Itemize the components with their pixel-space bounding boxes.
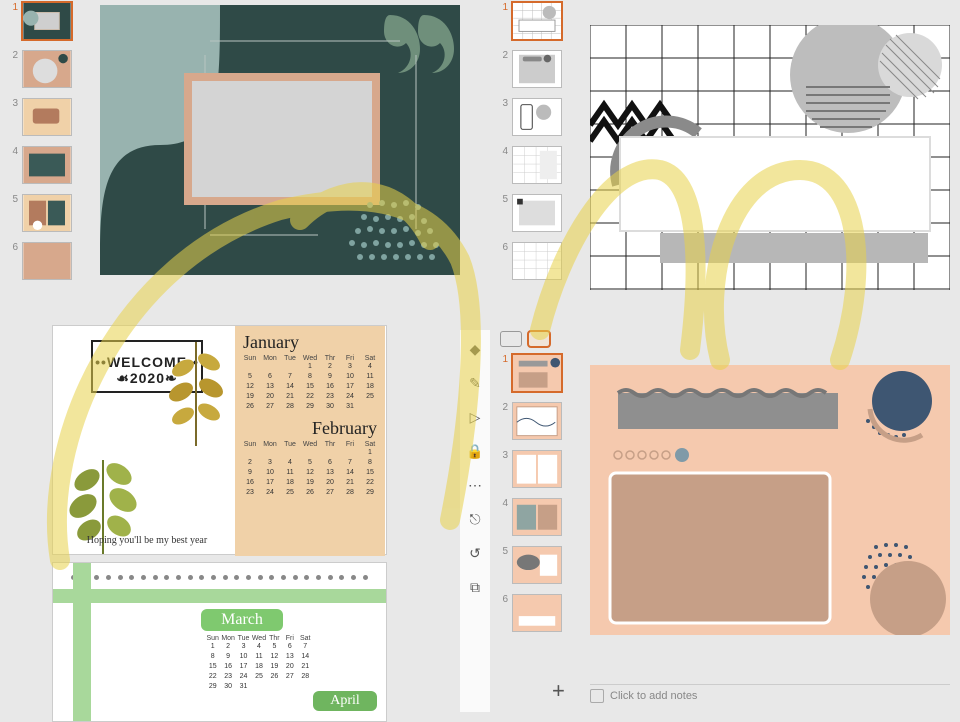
thumb-number: 3 — [498, 450, 508, 461]
thumbnail-strip: 1 2 3 4 5 6 — [498, 2, 568, 290]
notes-placeholder: Click to add notes — [610, 690, 697, 702]
leaf-icon — [161, 338, 231, 448]
notes-icon — [590, 689, 604, 703]
slide-canvas[interactable] — [590, 25, 950, 290]
thumb-number: 6 — [498, 242, 508, 253]
thumb-number: 1 — [498, 354, 508, 365]
slide-thumbnail[interactable] — [22, 146, 72, 184]
slide-thumbnail[interactable] — [512, 450, 562, 488]
thumb-number: 5 — [8, 194, 18, 205]
panel-bottom-right: 1 2 3 4 5 6 — [490, 330, 960, 712]
tool-diamond-icon[interactable]: ◆ — [464, 338, 486, 360]
thumb-number: 6 — [498, 594, 508, 605]
panel-top-left: 1 2 3 4 5 6 — [0, 0, 480, 320]
thumb-number: 3 — [498, 98, 508, 109]
tool-settings-icon[interactable]: ⎋ — [464, 508, 486, 530]
thumb-number: 3 — [8, 98, 18, 109]
tool-lock-icon[interactable]: 🔒 — [464, 440, 486, 462]
slide-canvas[interactable] — [100, 5, 460, 275]
calendar-block: January SunMonTueWedThrFriSat 1234567891… — [235, 326, 385, 556]
month-label-march: March — [201, 609, 283, 631]
month-label-february: February — [243, 418, 377, 439]
slide-thumbnail[interactable] — [512, 402, 562, 440]
thumb-number: 5 — [498, 194, 508, 205]
month-label-april: April — [313, 691, 377, 711]
add-slide-button[interactable]: + — [552, 678, 565, 704]
slide-thumbnail[interactable] — [512, 194, 562, 232]
thumb-number: 4 — [498, 146, 508, 157]
welcome-block: ••WELCOME•• ☙2020❧ — [63, 336, 231, 546]
thumb-number: 1 — [8, 2, 18, 13]
thumb-number: 2 — [8, 50, 18, 61]
tool-pen-icon[interactable]: ✎ — [464, 372, 486, 394]
slide-thumbnail[interactable] — [22, 242, 72, 280]
slide-thumbnail[interactable] — [512, 50, 562, 88]
panel-top-right: 1 2 3 4 5 6 — [490, 0, 960, 320]
thumb-number: 2 — [498, 50, 508, 61]
slide-thumbnail[interactable] — [22, 98, 72, 136]
slide-thumbnail[interactable] — [512, 498, 562, 536]
vertical-toolbar: ◆ ✎ ▷ 🔒 ⋯ ⎋ ↺ ⧉ — [460, 330, 490, 712]
panel-bottom-left: ••WELCOME•• ☙2020❧ — [0, 320, 460, 712]
thumb-number: 2 — [498, 402, 508, 413]
slide-thumbnail[interactable] — [512, 354, 562, 392]
slide-thumbnail[interactable] — [22, 2, 72, 40]
dow-row: SunMonTueWedThrFriSat — [235, 441, 385, 448]
slide-thumbnail[interactable] — [22, 50, 72, 88]
thumbnail-strip: 1 2 3 4 5 6 — [8, 2, 78, 290]
thumb-number: 5 — [498, 546, 508, 557]
calendar-page-mar-apr[interactable]: March SunMonTueWedThrFriSat 123456789101… — [52, 562, 387, 722]
slide-thumbnail[interactable] — [512, 594, 562, 632]
thumb-number: 1 — [498, 2, 508, 13]
welcome-message: Hoping you'll be my best year — [63, 535, 231, 546]
slide-thumbnail[interactable] — [512, 546, 562, 584]
march-table: SunMonTueWedThrFriSat 123456789101112131… — [199, 635, 319, 692]
tool-history-icon[interactable]: ↺ — [464, 542, 486, 564]
binding-dots — [71, 575, 368, 585]
calendar-page-jan-feb[interactable]: ••WELCOME•• ☙2020❧ — [52, 325, 387, 555]
notes-bar[interactable]: Click to add notes — [590, 684, 950, 704]
thumb-number: 4 — [498, 498, 508, 509]
dow-row: SunMonTueWedThrFriSat — [235, 355, 385, 362]
slide-thumbnail[interactable] — [512, 146, 562, 184]
slide-thumbnail[interactable] — [512, 242, 562, 280]
slide-thumbnail[interactable] — [512, 98, 562, 136]
thumb-number: 6 — [8, 242, 18, 253]
tool-more-icon[interactable]: ⋯ — [464, 474, 486, 496]
tool-duplicate-icon[interactable]: ⧉ — [464, 576, 486, 598]
tool-cursor-icon[interactable]: ▷ — [464, 406, 486, 428]
slide-thumbnail[interactable] — [22, 194, 72, 232]
thumbnail-strip: 1 2 3 4 5 6 — [498, 354, 568, 642]
month-label-january: January — [243, 332, 385, 353]
slide-canvas[interactable] — [590, 365, 950, 635]
thumb-number: 4 — [8, 146, 18, 157]
slide-thumbnail[interactable] — [512, 2, 562, 40]
